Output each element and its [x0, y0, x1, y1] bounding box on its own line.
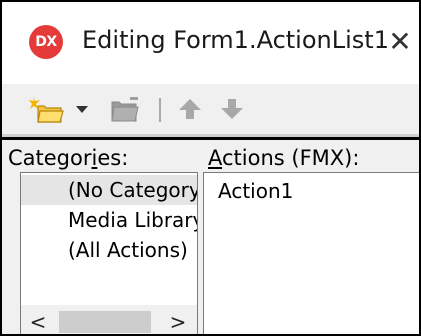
action-item-action1[interactable]: Action1	[218, 179, 293, 203]
chevron-down-icon	[76, 106, 88, 113]
scrollbar-thumb[interactable]	[59, 311, 151, 333]
scroll-right-arrow[interactable]: >	[161, 305, 195, 334]
category-item-media-library[interactable]: Media Library	[21, 205, 197, 235]
actions-list[interactable]: Action1	[203, 172, 419, 334]
actions-label: Actions (FMX):	[208, 146, 360, 170]
category-item-all-actions[interactable]: (All Actions)	[21, 235, 197, 265]
chevron-left-icon: <	[29, 310, 47, 334]
title-bar: DX Editing Form1.ActionList1 ✕	[2, 2, 419, 84]
categories-list[interactable]: (No Category) Media Library (All Actions…	[20, 172, 198, 334]
scroll-left-arrow[interactable]: <	[21, 305, 55, 334]
categories-label: Categories:	[8, 146, 129, 170]
close-button[interactable]: ✕	[380, 14, 419, 68]
app-icon: DX	[29, 25, 63, 59]
toolbar-separator	[159, 98, 161, 122]
action-list-editor-window: DX Editing Form1.ActionList1 ✕ Categorie…	[0, 0, 421, 336]
toolbar	[2, 84, 419, 134]
category-item-no-category[interactable]: (No Category)	[21, 175, 197, 205]
move-down-button[interactable]	[215, 92, 249, 126]
window-title: Editing Form1.ActionList1	[82, 26, 389, 54]
delete-action-button[interactable]	[104, 92, 144, 126]
close-icon: ✕	[388, 24, 412, 58]
delete-action-icon	[111, 97, 139, 122]
arrow-down-icon	[221, 99, 243, 119]
move-up-button[interactable]	[173, 92, 207, 126]
new-action-icon	[29, 96, 64, 123]
editor-content: Categories: Actions (FMX): (No Category)…	[2, 140, 419, 334]
arrow-up-icon	[179, 99, 201, 119]
new-action-dropdown-button[interactable]	[72, 92, 92, 126]
categories-horizontal-scrollbar[interactable]: < >	[21, 305, 197, 334]
chevron-right-icon: >	[169, 310, 187, 334]
new-action-button[interactable]	[28, 92, 66, 126]
